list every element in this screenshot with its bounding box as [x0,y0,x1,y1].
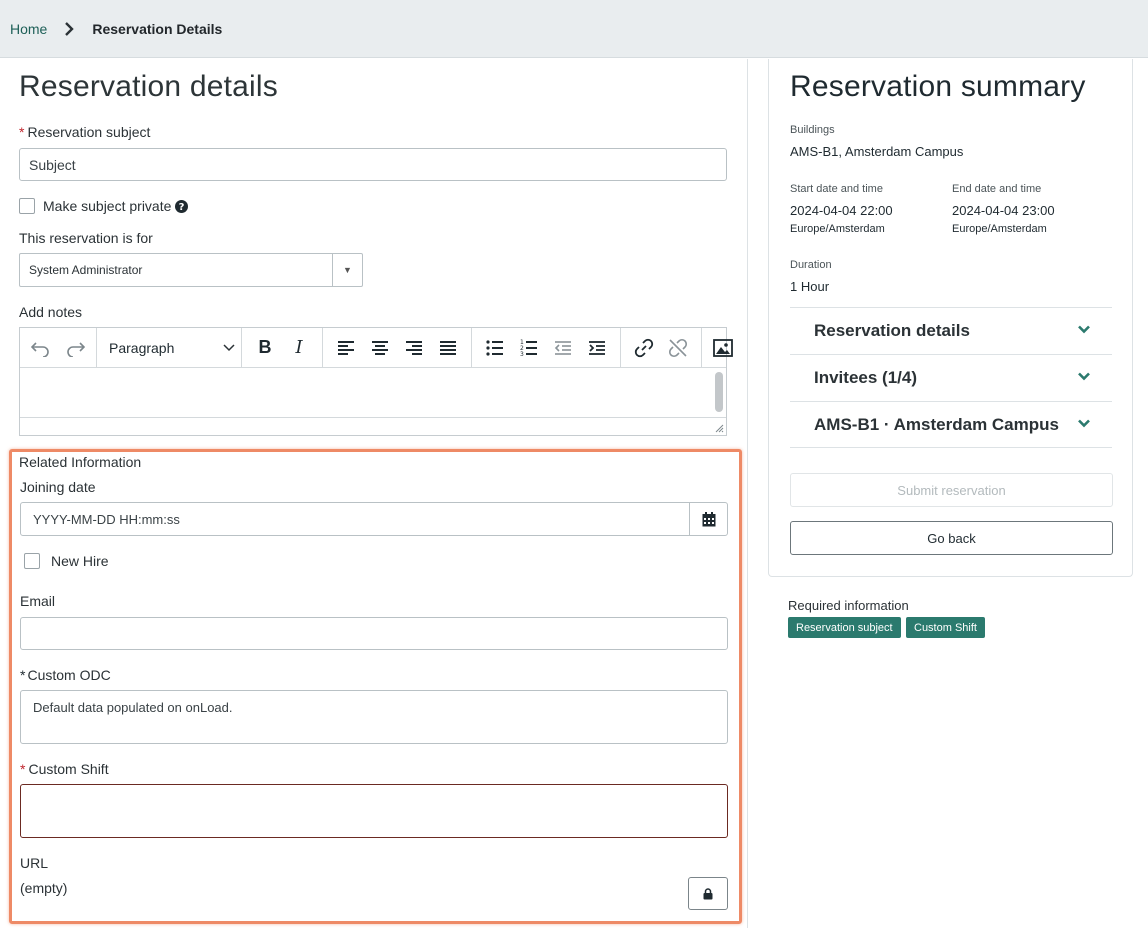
reservation-form: Reservation details * Reservation subject… [0,59,748,928]
joining-date-label: Joining date [20,479,96,495]
end-value: 2024-04-04 23:00 [952,203,1055,218]
for-label: This reservation is for [19,230,153,246]
lock-icon[interactable] [688,877,728,910]
paragraph-style-value: Paragraph [109,339,175,356]
subject-input[interactable]: Subject [19,148,727,181]
private-label-text: Make subject private [43,198,172,214]
chevron-down-icon [1078,372,1090,381]
accordion-reservation-details[interactable]: Reservation details [790,307,1112,354]
buildings-value: AMS-B1, Amsterdam Campus [790,144,964,159]
private-checkbox[interactable] [19,198,35,214]
align-justify-icon[interactable] [431,331,465,365]
chevron-down-icon [1078,419,1090,428]
outdent-icon[interactable] [546,331,580,365]
url-value: (empty) [20,880,68,896]
duration-value: 1 Hour [790,279,830,294]
required-marker: * [19,124,25,140]
start-value: 2024-04-04 22:00 [790,203,893,218]
editor-status-bar [20,417,726,435]
required-marker: * [20,761,26,777]
insert-image-icon[interactable] [706,331,740,365]
new-hire-label: New Hire [51,553,109,569]
page-title: Reservation details [19,70,278,103]
resize-handle-icon[interactable] [714,423,724,433]
editor-toolbar: Paragraph B I 1 2 3 [20,327,733,368]
notes-label: Add notes [19,304,83,320]
duration-label: Duration [790,259,832,271]
accordion-building[interactable]: AMS-B1 · Amsterdam Campus [790,401,1112,448]
paragraph-style-dropdown[interactable]: Paragraph [103,340,241,356]
email-label: Email [20,593,56,609]
svg-text:?: ? [179,202,185,213]
custom-shift-label-text: Custom Shift [28,761,109,777]
help-icon[interactable]: ? [175,199,189,213]
email-input[interactable] [20,617,728,650]
new-hire-checkbox[interactable] [24,553,40,569]
calendar-icon[interactable] [689,503,727,535]
custom-shift-label: * Custom Shift [20,761,109,777]
accordion-label: Invitees (1/4) [814,368,917,387]
for-select-value: System Administrator [29,263,143,277]
chevron-down-icon [1078,325,1090,334]
link-icon[interactable] [627,331,661,365]
svg-text:3: 3 [520,351,524,357]
breadcrumb: Home Reservation Details [0,0,1148,58]
align-right-icon[interactable] [397,331,431,365]
summary-title: Reservation summary [790,70,1086,103]
custom-odc-label-text: Custom ODC [27,667,111,683]
italic-icon[interactable]: I [282,331,316,365]
breadcrumb-home-link[interactable]: Home [10,21,47,37]
chevron-down-icon [223,343,235,351]
submit-reservation-button[interactable]: Submit reservation [790,473,1113,507]
start-timezone: Europe/Amsterdam [790,223,885,235]
related-section-label: Related Information [19,454,142,470]
caret-down-icon: ▼ [332,254,362,286]
end-label: End date and time [952,183,1042,195]
custom-shift-textarea[interactable] [20,784,728,838]
numbered-list-icon[interactable]: 123 [512,331,546,365]
editor-scrollbar[interactable] [715,372,723,412]
accordion-label: AMS-B1 · Amsterdam Campus [814,414,1059,434]
private-label: Make subject private ? [43,198,189,214]
url-label: URL [20,855,49,871]
reservation-summary-panel: Reservation summary Buildings AMS-B1, Am… [768,59,1133,577]
subject-input-value: Subject [29,156,76,173]
for-select[interactable]: System Administrator ▼ [19,253,363,287]
required-tag-custom-shift[interactable]: Custom Shift [906,617,985,638]
required-marker: * [20,667,26,683]
buildings-label: Buildings [790,124,835,136]
accordion-invitees[interactable]: Invitees (1/4) [790,354,1112,401]
custom-odc-textarea[interactable]: Default data populated on onLoad. [20,690,728,744]
notes-editor[interactable]: Paragraph B I 1 2 3 [19,327,733,436]
subject-label: * Reservation subject [19,124,150,140]
indent-icon[interactable] [580,331,614,365]
go-back-button[interactable]: Go back [790,521,1113,555]
undo-icon[interactable] [24,331,58,365]
joining-date-input[interactable]: YYYY-MM-DD HH:mm:ss [20,502,728,536]
custom-odc-label: * Custom ODC [20,667,111,683]
bold-icon[interactable]: B [248,331,282,365]
end-timezone: Europe/Amsterdam [952,223,1047,235]
accordion-label: Reservation details [814,321,970,340]
custom-odc-value: Default data populated on onLoad. [33,700,233,715]
joining-date-placeholder: YYYY-MM-DD HH:mm:ss [33,512,180,527]
breadcrumb-current: Reservation Details [92,20,223,37]
related-information-section: Related Information Joining date YYYY-MM… [9,449,742,924]
align-center-icon[interactable] [363,331,397,365]
chevron-right-icon [64,21,76,36]
redo-icon[interactable] [58,331,92,365]
start-label: Start date and time [790,183,883,195]
subject-label-text: Reservation subject [27,124,151,140]
required-tag-reservation-subject[interactable]: Reservation subject [788,617,901,638]
required-information-label: Required information [788,598,909,613]
align-left-icon[interactable] [329,331,363,365]
bulleted-list-icon[interactable] [478,331,512,365]
unlink-icon[interactable] [661,331,695,365]
